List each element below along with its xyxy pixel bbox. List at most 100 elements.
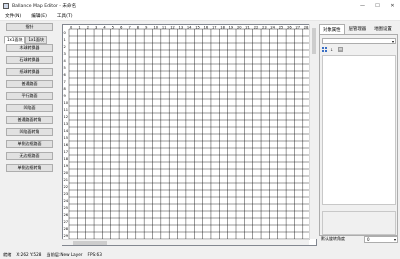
tool-paper-ball-converter[interactable]: 纸球转换器 (6, 68, 53, 76)
tool-normal-road[interactable]: 普通路面 (6, 80, 53, 88)
grid-col-label: 12 (170, 25, 175, 29)
chevron-down-icon: ▾ (393, 236, 396, 242)
tab-layer-manager[interactable]: 层管理器 (345, 24, 371, 34)
map-grid[interactable]: 0 1 2 3 4 5 6 7 8 9 10 11 12 13 14 15 16 17 18 19 20 21 22 23 24… (62, 24, 317, 246)
grid-row-label: 14 (64, 129, 69, 133)
grid-col-label: 21 (245, 25, 250, 29)
grid-row-label: 18 (64, 157, 69, 161)
menu-edit[interactable]: 编辑(E) (26, 13, 52, 19)
tab-1x1-block-a[interactable]: 1x1面块 (4, 36, 26, 44)
status-coords: X:262 Y:528 (16, 252, 42, 257)
grid-col-label: 1 (78, 25, 80, 29)
grid-row-label: 20 (64, 171, 69, 175)
tool-one-side-border-road[interactable]: 单侧边框路面 (6, 140, 53, 148)
tab-object-properties[interactable]: 对象属性 (319, 24, 345, 34)
grid-row-label: 26 (64, 213, 69, 217)
grid-row-label: 29 (64, 234, 69, 238)
menu-tools[interactable]: 工具(T) (52, 13, 78, 19)
vertical-scroll-thumb[interactable] (312, 28, 316, 54)
minimize-button[interactable]: — (355, 0, 370, 11)
grid-col-label: 7 (128, 25, 130, 29)
grid-row-label: 2 (64, 45, 66, 49)
grid-col-label: 11 (162, 25, 167, 29)
menu-bar: 文件(N) 编辑(E) 工具(T) (0, 11, 400, 21)
tool-tabs: 1x1面块 1x1面块 (4, 36, 47, 44)
status-state: 就绪 (3, 251, 12, 257)
grid-col-label: 15 (195, 25, 200, 29)
grid-row-label: 4 (64, 59, 67, 63)
property-grid[interactable] (322, 55, 396, 205)
tool-parallel-road[interactable]: 平行路面 (6, 92, 53, 100)
grid-col-label: 27 (295, 25, 300, 29)
tool-borderless-road[interactable]: 无边框路面 (6, 152, 53, 160)
menu-file[interactable]: 文件(N) (0, 13, 26, 19)
tool-stone-ball-converter[interactable]: 石球转换器 (6, 56, 53, 64)
grid-row-label: 15 (64, 136, 69, 140)
horizontal-scroll-thumb[interactable] (73, 241, 107, 245)
object-selector-dropdown[interactable]: ▾ (322, 38, 396, 44)
rotation-row: 默认旋转角度 0 ▾ (321, 235, 398, 243)
grid-row-label: 19 (64, 164, 69, 168)
grid-row-label: 5 (64, 66, 66, 70)
rotation-value: 0 (367, 236, 370, 242)
grid-row-label: 21 (64, 178, 69, 182)
grid-row-label: 17 (64, 150, 69, 154)
title-bar: Ballance Map Editor - 未命名 — ☐ ✕ (0, 0, 400, 11)
grid-col-label: 19 (229, 25, 234, 29)
pointer-tool-button[interactable]: 指针 (6, 23, 53, 31)
grid-col-label: 9 (145, 25, 148, 29)
vertical-scrollbar[interactable] (309, 24, 317, 239)
properties-body: ▾ ↓ (319, 34, 398, 236)
maximize-button[interactable]: ☐ (370, 0, 385, 11)
grid-row-label: 22 (64, 185, 69, 189)
sort-category-icon[interactable] (322, 47, 327, 52)
rotation-label: 默认旋转角度 (321, 236, 345, 241)
grid-col-label: 26 (287, 25, 292, 29)
tab-map-settings[interactable]: 地图设置 (370, 24, 396, 34)
map-grid-canvas[interactable]: 0 1 2 3 4 5 6 7 8 9 10 11 12 13 14 15 16 17 18 19 20 21 22 23 24… (63, 25, 317, 246)
sort-alphabetical-icon[interactable]: ↓ (330, 47, 335, 52)
close-button[interactable]: ✕ (385, 0, 400, 11)
horizontal-scrollbar[interactable] (62, 239, 309, 245)
grid-col-label: 20 (237, 25, 242, 29)
grid-row-label: 13 (64, 122, 69, 126)
status-bar: 就绪 X:262 Y:528 当前层:New Layer FPS:63 (0, 250, 400, 259)
property-toolbar: ↓ (322, 47, 343, 52)
tool-wood-ball-converter[interactable]: 木球转换器 (6, 44, 53, 52)
grid-row-label: 11 (64, 108, 69, 112)
grid-row-label: 3 (64, 52, 66, 56)
grid-col-label: 16 (204, 25, 209, 29)
grid-col-label: 3 (95, 25, 97, 29)
grid-col-label: 25 (279, 25, 284, 29)
svg-text:↓: ↓ (330, 47, 333, 52)
grid-row-label: 7 (64, 80, 66, 84)
grid-col-label: 6 (120, 25, 123, 29)
rotation-select[interactable]: 0 ▾ (364, 235, 398, 243)
property-description (322, 211, 396, 235)
tab-1x1-block-b[interactable]: 1x1面块 (25, 36, 47, 44)
grid-row-label: 1 (64, 38, 66, 42)
grid-col-label: 14 (187, 25, 192, 29)
status-layer: 当前层:New Layer (46, 251, 83, 257)
grid-col-label: 0 (70, 25, 73, 29)
grid-row-label: 12 (64, 115, 69, 119)
grid-row-label: 16 (64, 143, 69, 147)
grid-col-label: 8 (137, 25, 140, 29)
grid-col-label: 2 (87, 25, 89, 29)
grid-row-label: 8 (64, 87, 67, 91)
tool-normal-road-corner[interactable]: 普通路面转角 (6, 116, 53, 124)
tool-sunken-corner[interactable]: 凹陷面转角 (6, 128, 53, 136)
grid-row-label: 25 (64, 206, 69, 210)
grid-row-label: 24 (64, 199, 69, 203)
status-fps: FPS:63 (87, 252, 102, 257)
grid-col-label: 22 (254, 25, 259, 29)
grid-row-label: 9 (64, 94, 67, 98)
tool-one-side-border-corner[interactable]: 单侧边框转角 (6, 164, 53, 172)
tool-sunken-surface[interactable]: 凹陷面 (6, 104, 53, 112)
grid-col-label: 13 (179, 25, 184, 29)
grid-row-label: 10 (64, 101, 69, 105)
property-pages-icon[interactable] (338, 47, 343, 52)
grid-row-label: 28 (64, 227, 69, 231)
grid-col-label: 17 (212, 25, 217, 29)
window-title: Ballance Map Editor - 未命名 (12, 3, 77, 9)
